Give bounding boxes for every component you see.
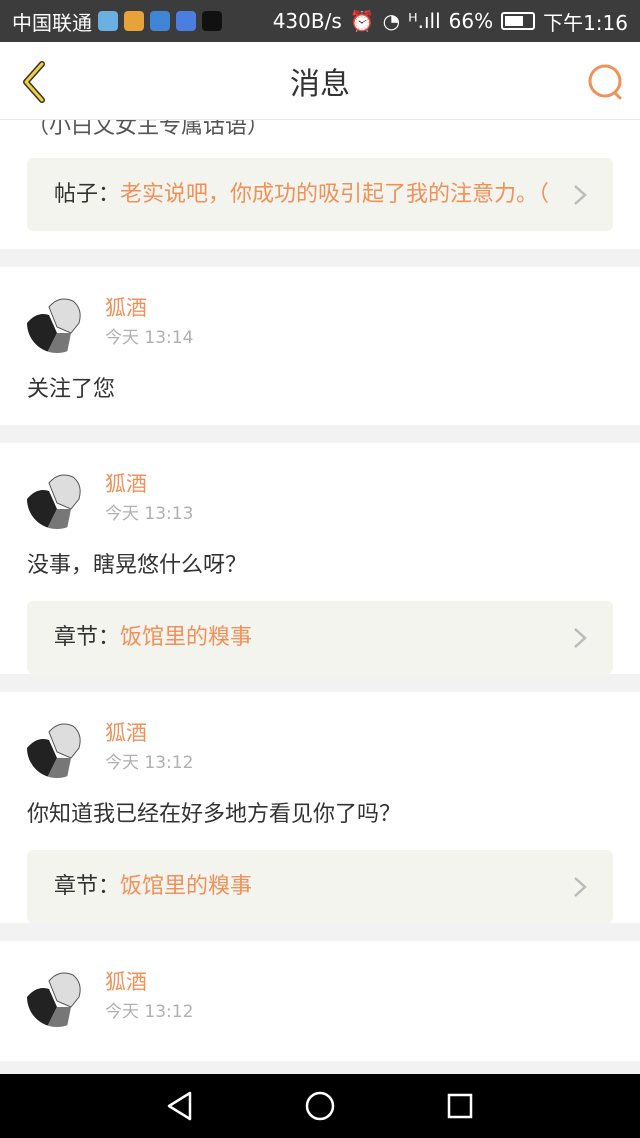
app-header: 消息 xyxy=(0,42,640,120)
signal-icon: ᴴ.ıll xyxy=(408,9,441,33)
ref-title: 饭馆里的糗事 xyxy=(120,874,253,899)
avatar[interactable] xyxy=(27,293,87,353)
search-button[interactable] xyxy=(586,62,626,102)
chapter-reference[interactable]: 章节：饭馆里的糗事 xyxy=(27,850,613,923)
message-text: 没事，瞎晃悠什么呀？ xyxy=(27,553,248,578)
chevron-left-icon xyxy=(23,61,45,103)
nav-home-button[interactable] xyxy=(300,1086,340,1126)
chapter-reference[interactable]: 章节：饭馆里的糗事 xyxy=(27,601,613,674)
page-title: 消息 xyxy=(290,66,350,102)
recents-square-icon xyxy=(447,1093,473,1119)
timestamp: 今天 13:14 xyxy=(105,328,194,348)
message-text: 关注了您 xyxy=(27,377,116,402)
system-nav-bar xyxy=(0,1074,640,1138)
avatar[interactable] xyxy=(27,469,87,529)
message-text: （小白文女主专属话语） xyxy=(27,120,270,139)
status-bar: 中国联通 430B/s ⏰ ◔ ᴴ.ıll 66% 下午1:16 xyxy=(0,0,640,42)
ref-label: 章节： xyxy=(54,874,121,899)
clock: 下午1:16 xyxy=(543,10,628,35)
ref-title: 老实说吧，你成功的吸引起了我的注意力。（ xyxy=(120,182,550,207)
battery-icon xyxy=(501,12,536,30)
message-list[interactable]: （小白文女主专属话语） 帖子：老实说吧，你成功的吸引起了我的注意力。（ 狐酒 今… xyxy=(0,120,640,1074)
avatar-image xyxy=(27,293,87,353)
net-speed: 430B/s xyxy=(272,9,342,33)
message-card: （小白文女主专属话语） 帖子：老实说吧，你成功的吸引起了我的注意力。（ xyxy=(0,120,640,249)
username[interactable]: 狐酒 xyxy=(105,294,193,322)
user-row: 狐酒 今天 13:13 xyxy=(27,443,613,529)
username[interactable]: 狐酒 xyxy=(105,968,193,996)
alarm-icon: ⏰ xyxy=(349,9,375,33)
weibo-icon xyxy=(124,11,144,31)
search-icon xyxy=(588,64,622,100)
timestamp: 今天 13:12 xyxy=(105,1002,194,1022)
avatar[interactable] xyxy=(27,718,87,778)
avatar-image xyxy=(27,718,87,778)
avatar[interactable] xyxy=(27,967,87,1027)
chevron-right-icon xyxy=(574,184,587,205)
home-circle-icon xyxy=(305,1091,335,1121)
ref-label: 章节： xyxy=(54,625,121,650)
ref-title: 饭馆里的糗事 xyxy=(120,625,253,650)
avatar-image xyxy=(27,469,87,529)
carrier: 中国联通 xyxy=(12,10,92,35)
user-row: 狐酒 今天 13:14 xyxy=(27,267,613,353)
chevron-right-icon xyxy=(574,627,587,648)
message-card: 狐酒 今天 13:13 没事，瞎晃悠什么呀？ 章节：饭馆里的糗事 xyxy=(0,443,640,674)
timestamp: 今天 13:12 xyxy=(105,753,194,773)
video-app-icon xyxy=(98,11,118,31)
ref-label: 帖子： xyxy=(54,182,121,207)
avatar-image xyxy=(27,967,87,1027)
back-button[interactable] xyxy=(16,58,56,106)
username[interactable]: 狐酒 xyxy=(105,470,193,498)
battery-percent: 66% xyxy=(448,9,494,33)
message-card: 狐酒 今天 13:12 xyxy=(0,941,640,1061)
user-row: 狐酒 今天 13:12 xyxy=(27,692,613,778)
chevron-right-icon xyxy=(574,876,587,897)
browser-icon xyxy=(150,11,170,31)
post-reference[interactable]: 帖子：老实说吧，你成功的吸引起了我的注意力。（ xyxy=(27,158,613,231)
message-card: 狐酒 今天 13:12 你知道我已经在好多地方看见你了吗？ 章节：饭馆里的糗事 xyxy=(0,692,640,923)
nav-recents-button[interactable] xyxy=(440,1086,480,1126)
wifi-icon: ◔ xyxy=(382,9,401,33)
baidu-icon xyxy=(176,11,196,31)
timestamp: 今天 13:13 xyxy=(105,504,194,524)
message-text: 你知道我已经在好多地方看见你了吗？ xyxy=(27,802,402,827)
username[interactable]: 狐酒 xyxy=(105,719,193,747)
tiktok-icon xyxy=(202,11,222,31)
nav-back-button[interactable] xyxy=(160,1086,200,1126)
back-triangle-icon xyxy=(167,1091,192,1121)
user-row: 狐酒 今天 13:12 xyxy=(27,941,613,1027)
message-card: 狐酒 今天 13:14 关注了您 xyxy=(0,267,640,425)
